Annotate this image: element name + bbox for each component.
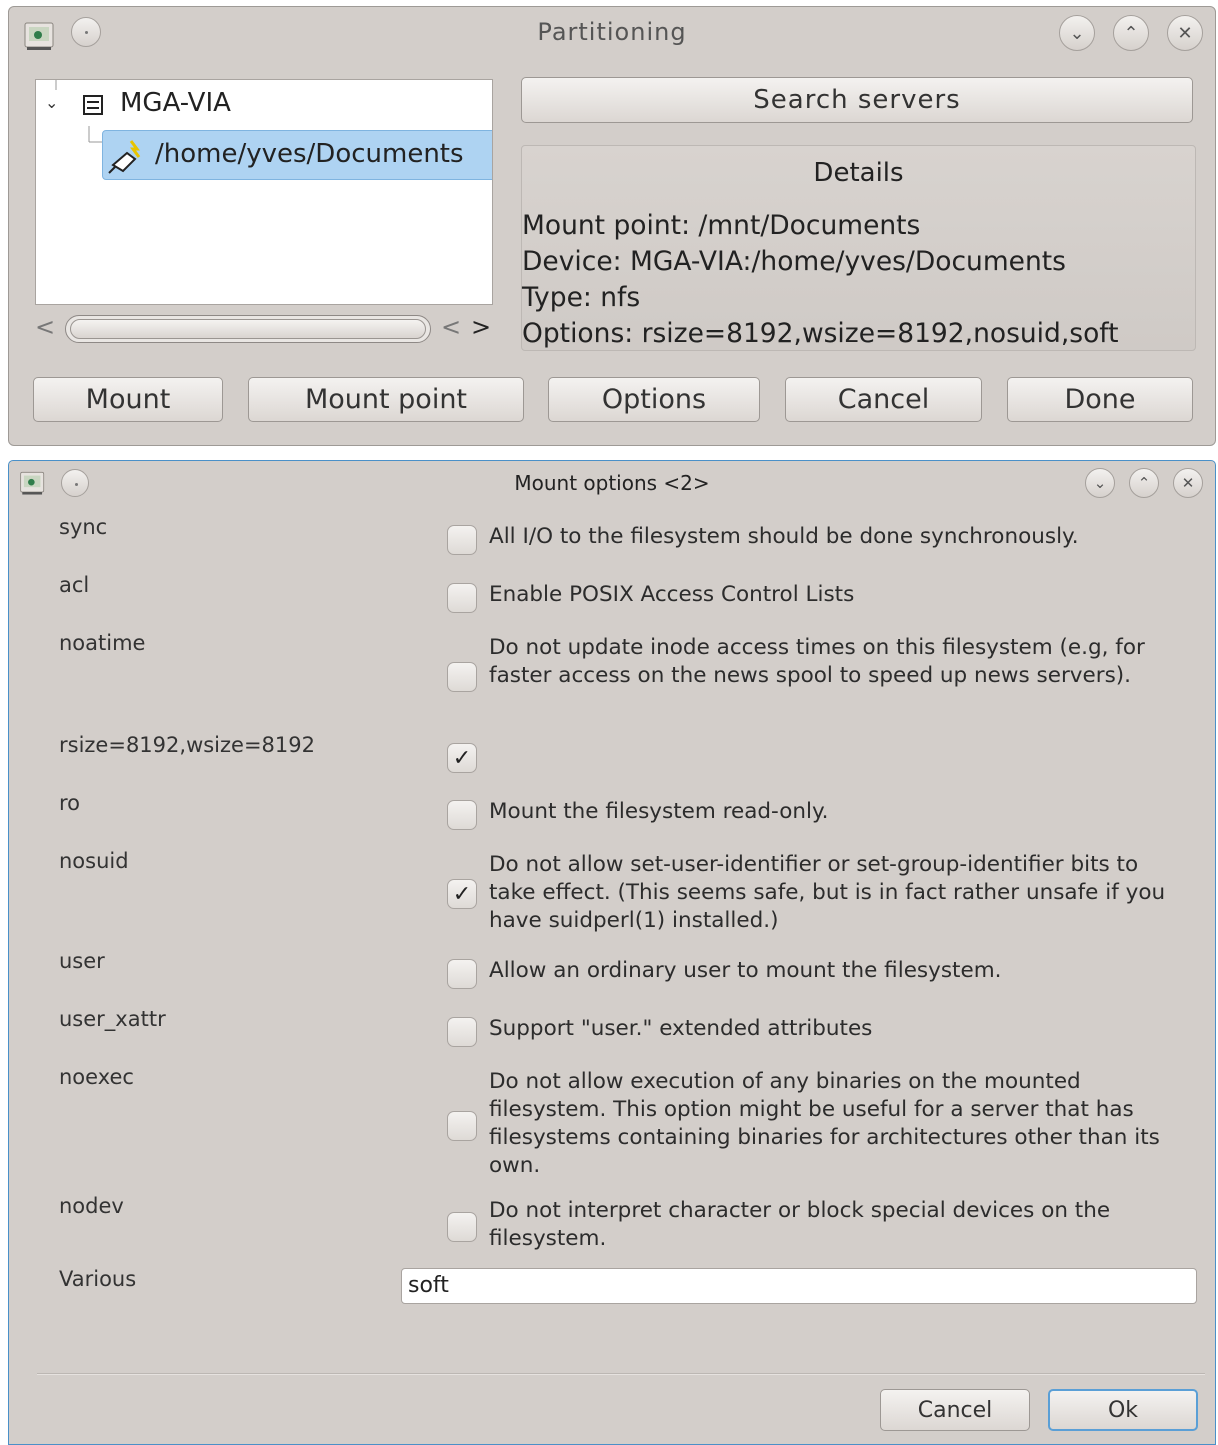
search-servers-button[interactable]: Search servers — [521, 77, 1193, 123]
tree-item-share-label: /home/yves/Documents — [155, 139, 464, 169]
option-checkbox-acl[interactable] — [447, 583, 477, 613]
option-description: Do not allow execution of any binaries o… — [489, 1069, 1160, 1178]
details-heading: Details — [813, 158, 904, 188]
option-name: user_xattr — [59, 1007, 166, 1031]
details-device: Device: MGA-VIA:/home/yves/Documents — [522, 246, 1066, 277]
window-title: Partitioning — [537, 18, 687, 46]
option-checkbox-user-xattr[interactable] — [447, 1017, 477, 1047]
mount-point-label: Mount point — [304, 384, 468, 415]
scrollbar-track[interactable] — [65, 315, 431, 343]
option-checkbox-nosuid[interactable]: ✓ — [447, 879, 477, 909]
option-description: Do not update inode access times on this… — [489, 635, 1145, 688]
option-checkbox-noexec[interactable] — [447, 1111, 477, 1141]
option-name: noexec — [59, 1065, 134, 1089]
server-tree[interactable]: ⌄ MGA-VIA /home/yves/Documents — [35, 79, 493, 305]
minimize-button[interactable]: ⌄ — [1059, 15, 1095, 51]
details-panel: Details Mount point: /mnt/Documents Devi… — [521, 145, 1196, 351]
app-icon[interactable] — [19, 469, 47, 497]
option-name: acl — [59, 573, 90, 597]
cancel-label: Cancel — [837, 384, 930, 415]
option-description: Support "user." extended attributes — [489, 1016, 873, 1041]
tree-item-share[interactable]: /home/yves/Documents — [102, 130, 492, 180]
scroll-right-arrow-icon[interactable]: > — [471, 313, 491, 341]
dialog-cancel-button[interactable]: Cancel — [880, 1389, 1030, 1431]
chevron-up-icon: ⌃ — [1123, 22, 1139, 44]
option-description: Do not interpret character or block spec… — [489, 1198, 1111, 1251]
option-name: nosuid — [59, 849, 129, 873]
option-description: All I/O to the filesystem should be done… — [489, 524, 1079, 549]
options-label: Options — [601, 384, 707, 415]
scrollbar-thumb[interactable] — [70, 319, 426, 339]
option-checkbox-nodev[interactable] — [447, 1212, 477, 1242]
app-icon[interactable] — [23, 19, 57, 53]
chevron-down-icon: ⌄ — [1093, 474, 1107, 492]
dialog-cancel-label: Cancel — [917, 1397, 993, 1423]
various-input-value: soft — [408, 1273, 449, 1298]
various-label: Various — [59, 1267, 137, 1291]
option-description: Do not allow set-user-identifier or set-… — [489, 852, 1166, 933]
maximize-button[interactable]: ⌃ — [1113, 15, 1149, 51]
cancel-button[interactable]: Cancel — [785, 377, 982, 422]
close-icon: ✕ — [1181, 474, 1195, 492]
option-checkbox-ro[interactable] — [447, 800, 477, 830]
tree-item-server[interactable]: MGA-VIA — [120, 88, 231, 118]
scroll-left-arrow-icon[interactable]: < — [441, 313, 461, 341]
option-checkbox-sync[interactable] — [447, 525, 477, 555]
dialog-separator — [37, 1373, 1205, 1375]
chevron-down-icon: ⌄ — [1069, 22, 1085, 44]
chevron-up-icon: ⌃ — [1137, 474, 1151, 492]
maximize-button[interactable]: ⌃ — [1129, 468, 1159, 498]
close-button[interactable]: ✕ — [1167, 15, 1203, 51]
option-name: ro — [59, 791, 81, 815]
mount-button[interactable]: Mount — [33, 377, 223, 422]
options-button[interactable]: Options — [548, 377, 760, 422]
ok-label: Ok — [1107, 1397, 1139, 1423]
minimize-button[interactable]: ⌄ — [1085, 468, 1115, 498]
option-name: nodev — [59, 1194, 124, 1218]
option-description: Mount the filesystem read-only. — [489, 799, 829, 824]
mount-options-window: Mount options <2> ⌄ ⌃ ✕ sync All I/O to … — [8, 460, 1216, 1445]
option-name: sync — [59, 515, 108, 539]
network-share-icon — [108, 140, 141, 174]
mount-point-button[interactable]: Mount point — [248, 377, 524, 422]
option-description: Allow an ordinary user to mount the file… — [489, 958, 1002, 983]
close-button[interactable]: ✕ — [1173, 468, 1203, 498]
option-checkbox-rsize[interactable]: ✓ — [447, 743, 477, 773]
partitioning-window: Partitioning ⌄ ⌃ ✕ ⌄ MGA-VIA /home/yves/… — [8, 6, 1216, 446]
option-checkbox-noatime[interactable] — [447, 662, 477, 692]
details-mount-point: Mount point: /mnt/Documents — [522, 210, 921, 241]
server-icon — [83, 95, 103, 115]
scroll-left-arrow-icon[interactable]: < — [35, 313, 55, 341]
window-menu-icon[interactable] — [71, 17, 101, 47]
details-type: Type: nfs — [522, 282, 641, 313]
window-menu-icon[interactable] — [61, 469, 89, 497]
option-name: noatime — [59, 631, 146, 655]
window-title: Mount options <2> — [514, 471, 710, 495]
tree-expand-arrow-icon[interactable]: ⌄ — [45, 93, 58, 112]
close-icon: ✕ — [1177, 22, 1193, 44]
option-description: Enable POSIX Access Control Lists — [489, 582, 855, 607]
mount-options-titlebar: Mount options <2> ⌄ ⌃ ✕ — [9, 461, 1215, 505]
partitioning-titlebar: Partitioning ⌄ ⌃ ✕ — [9, 7, 1215, 57]
done-label: Done — [1064, 384, 1136, 415]
tree-horizontal-scrollbar[interactable]: < < > — [35, 309, 497, 349]
ok-button[interactable]: Ok — [1048, 1389, 1198, 1431]
mount-label: Mount — [85, 384, 171, 415]
option-name: user — [59, 949, 105, 973]
option-name: rsize=8192,wsize=8192 — [59, 733, 315, 757]
done-button[interactable]: Done — [1007, 377, 1193, 422]
search-servers-label: Search servers — [753, 85, 961, 115]
option-checkbox-user[interactable] — [447, 959, 477, 989]
various-input[interactable]: soft — [401, 1268, 1197, 1304]
details-options: Options: rsize=8192,wsize=8192,nosuid,so… — [522, 318, 1119, 349]
